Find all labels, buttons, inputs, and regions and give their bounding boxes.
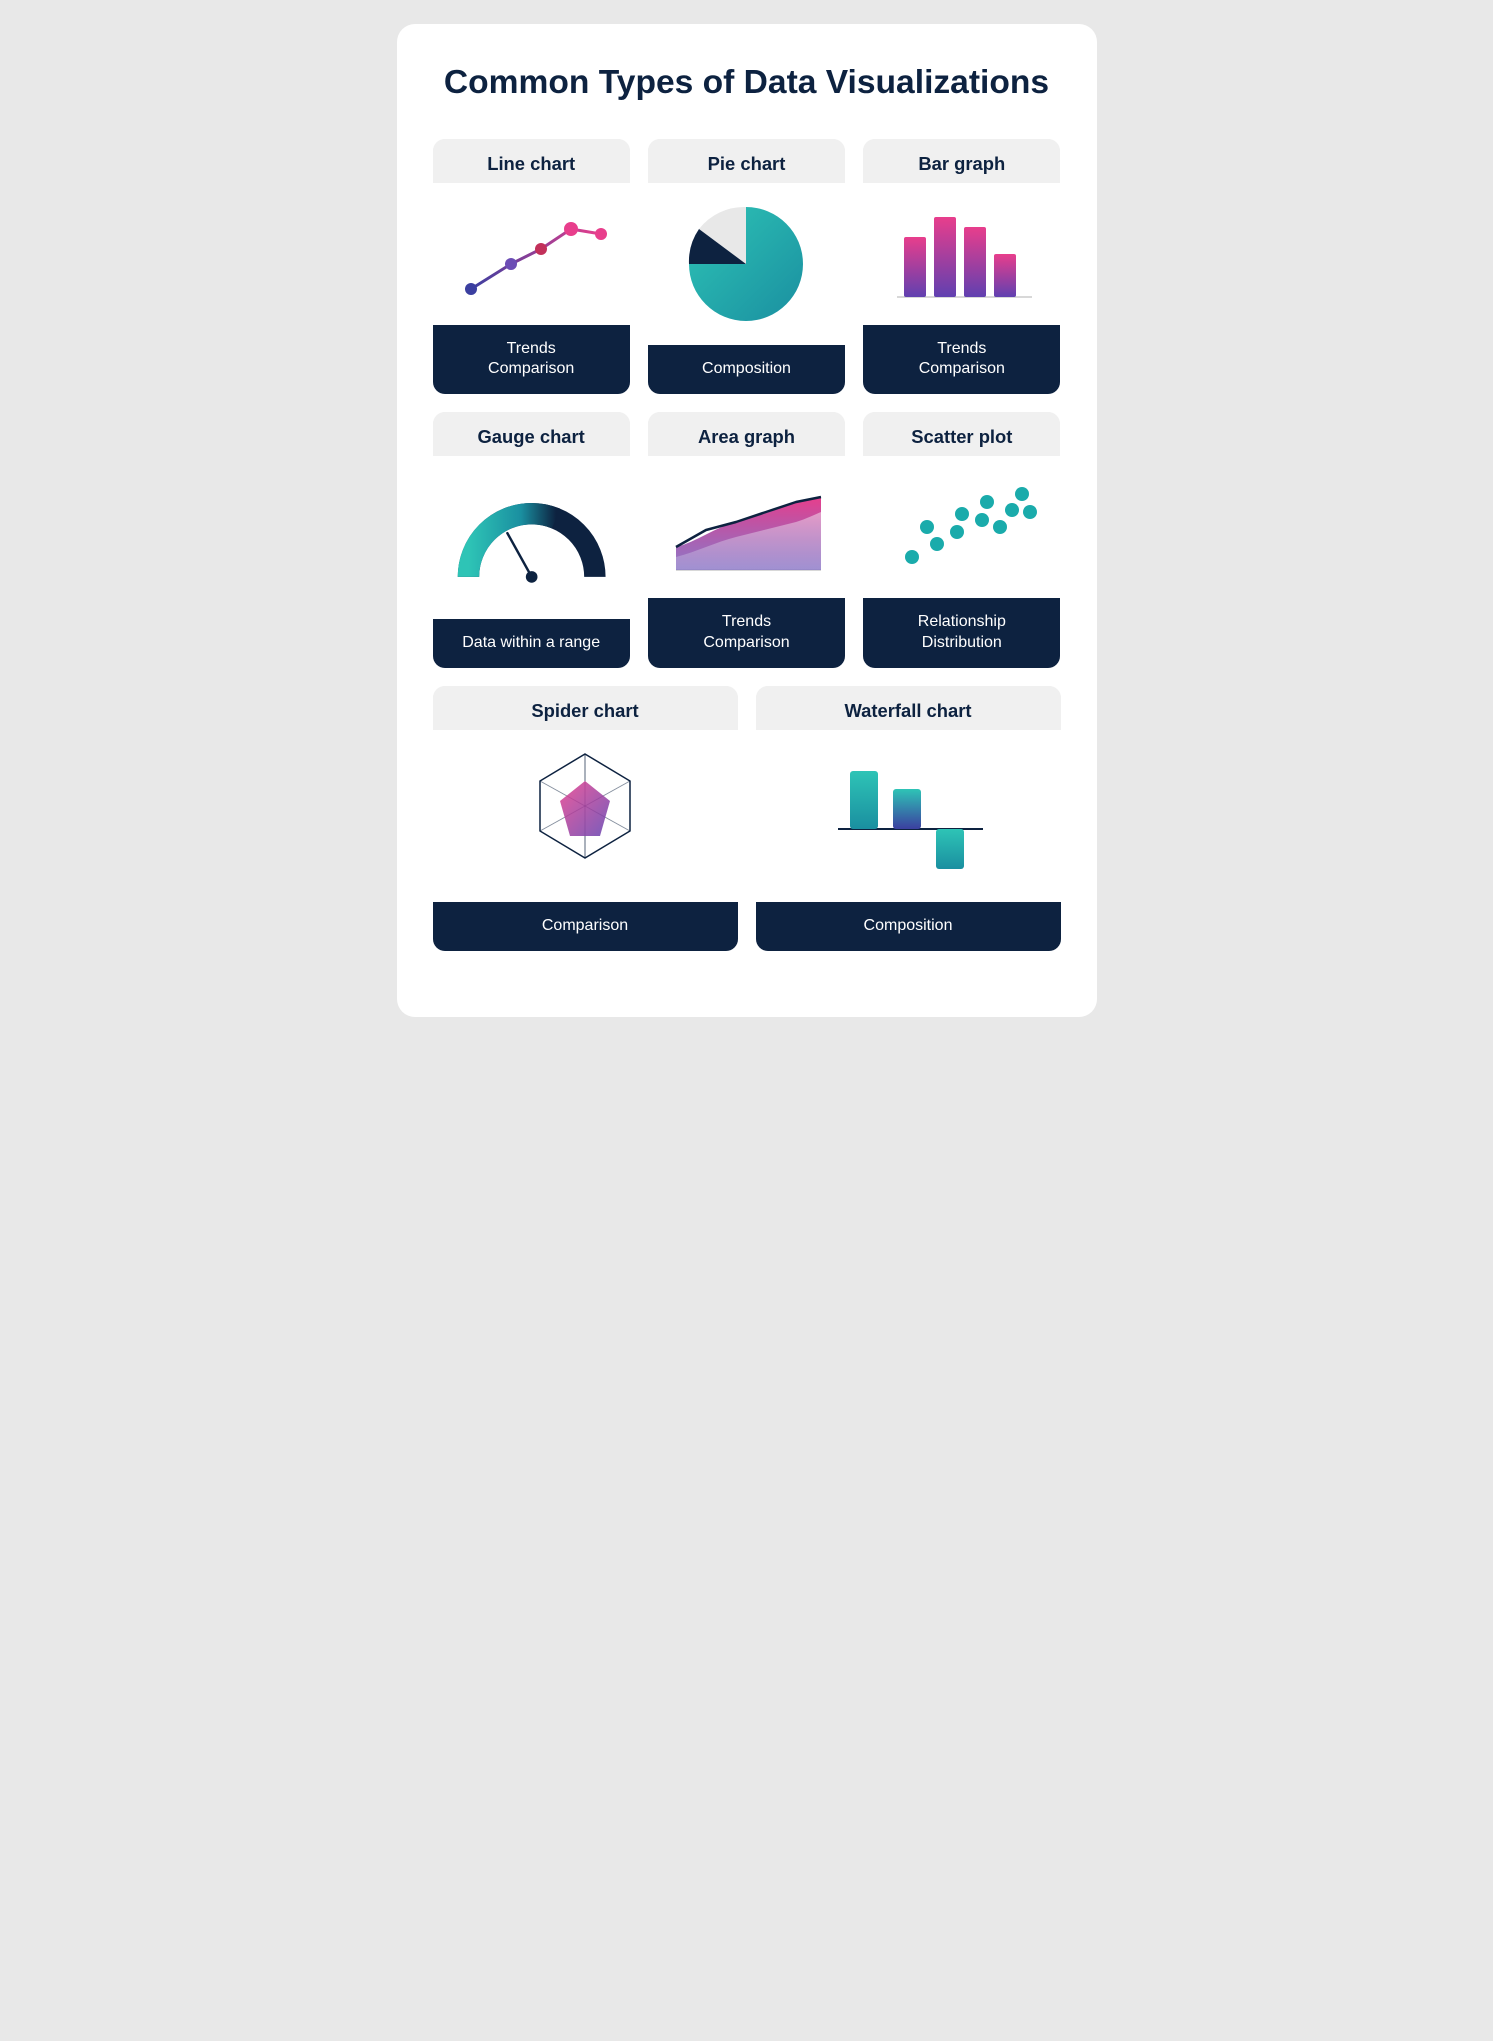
card-waterfall-chart: Waterfall chart xyxy=(756,686,1061,951)
row-3: Spider chart xyxy=(433,686,1061,951)
gauge-chart-svg xyxy=(449,483,614,593)
card-waterfall-chart-title: Waterfall chart xyxy=(756,686,1061,730)
area-graph-svg xyxy=(666,472,826,582)
card-line-chart-label: TrendsComparison xyxy=(433,325,630,395)
card-pie-chart-visual xyxy=(648,183,845,346)
card-bar-graph-label: TrendsComparison xyxy=(863,325,1060,395)
card-pie-chart-label: Composition xyxy=(648,345,845,394)
card-area-graph-title: Area graph xyxy=(648,412,845,456)
card-gauge-chart-title: Gauge chart xyxy=(433,412,630,456)
card-scatter-plot-label: RelationshipDistribution xyxy=(863,598,1060,668)
card-gauge-chart: Gauge chart xyxy=(433,412,630,668)
row-2: Gauge chart xyxy=(433,412,1061,668)
page-title: Common Types of Data Visualizations xyxy=(433,64,1061,103)
card-gauge-chart-visual xyxy=(433,456,630,619)
card-waterfall-chart-label: Composition xyxy=(756,902,1061,951)
card-pie-chart-title: Pie chart xyxy=(648,139,845,183)
card-line-chart-visual xyxy=(433,183,630,325)
scatter-plot-svg xyxy=(882,472,1042,582)
card-line-chart-title: Line chart xyxy=(433,139,630,183)
card-waterfall-chart-visual xyxy=(756,730,1061,902)
bar-graph-svg xyxy=(882,199,1042,309)
page-container: Common Types of Data Visualizations Line… xyxy=(397,24,1097,1017)
card-gauge-chart-label: Data within a range xyxy=(433,619,630,668)
card-scatter-plot-title: Scatter plot xyxy=(863,412,1060,456)
card-spider-chart-visual xyxy=(433,730,738,902)
card-spider-chart-label: Comparison xyxy=(433,902,738,951)
card-area-graph: Area graph xyxy=(648,412,845,668)
card-bar-graph: Bar graph xyxy=(863,139,1060,395)
card-spider-chart: Spider chart xyxy=(433,686,738,951)
spider-chart-svg xyxy=(515,746,655,886)
waterfall-chart-svg xyxy=(828,751,988,881)
card-area-graph-visual xyxy=(648,456,845,598)
pie-chart-svg xyxy=(681,199,811,329)
card-pie-chart: Pie chart Composit xyxy=(648,139,845,395)
card-spider-chart-title: Spider chart xyxy=(433,686,738,730)
card-scatter-plot-visual xyxy=(863,456,1060,598)
card-scatter-plot: Scatter plot RelationshipDistribution xyxy=(863,412,1060,668)
card-area-graph-label: TrendsComparison xyxy=(648,598,845,668)
row-1: Line chart xyxy=(433,139,1061,395)
card-bar-graph-visual xyxy=(863,183,1060,325)
card-line-chart: Line chart xyxy=(433,139,630,395)
line-chart-svg xyxy=(451,199,611,309)
card-bar-graph-title: Bar graph xyxy=(863,139,1060,183)
